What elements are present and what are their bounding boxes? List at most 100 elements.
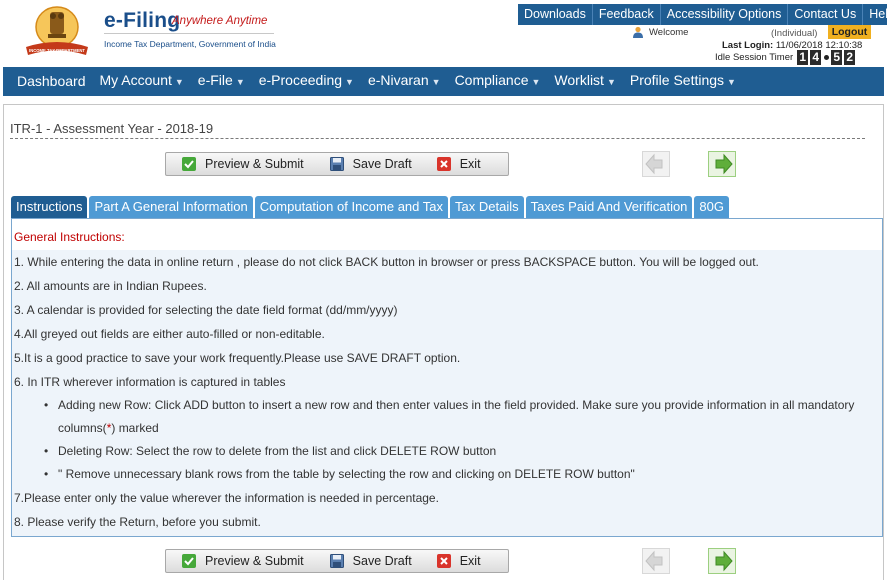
timer-digit: 2	[844, 50, 856, 65]
preview-submit-label: Preview & Submit	[205, 554, 304, 568]
instruction-item: 1. While entering the data in online ret…	[14, 255, 759, 269]
top-links-bar: Downloads Feedback Accessibility Options…	[518, 4, 887, 25]
main-nav: Dashboard My Account ▼ e-File ▼ e-Proceedi…	[3, 67, 884, 96]
close-icon	[436, 157, 451, 171]
form-title: ITR-1 - Assessment Year - 2018-19	[10, 121, 214, 136]
exit-label: Exit	[459, 554, 481, 568]
nav-label: Dashboard	[17, 73, 86, 89]
chevron-down-icon: ▼	[606, 77, 616, 87]
instruction-item: 2. All amounts are in Indian Rupees.	[14, 279, 207, 293]
tab-80g[interactable]: 80G	[694, 196, 729, 218]
tab-computation-of-income-and-tax[interactable]: Computation of Income and Tax	[254, 196, 449, 218]
bullet-add-row-cont-post: ) marked	[111, 421, 159, 435]
preview-submit-button[interactable]: Preview & Submit	[182, 554, 304, 568]
brand-tagline: Anywhere Anytime	[172, 15, 268, 27]
nav-e-proceeding[interactable]: e-Proceeding ▼	[253, 66, 360, 97]
nav-e-nivaran[interactable]: e-Nivaran ▼	[362, 66, 447, 97]
tab-taxes-paid-and-verification[interactable]: Taxes Paid And Verification	[525, 196, 693, 218]
bullet-dot: •	[44, 467, 49, 481]
user-role: (Individual)	[771, 28, 818, 39]
bullet-remove-rows-text: " Remove unnecessary blank rows from the…	[58, 467, 635, 481]
nav-profile-settings[interactable]: Profile Settings ▼	[624, 66, 742, 97]
instruction-item: 5.It is a good practice to save your wor…	[14, 351, 461, 365]
svg-text:INCOME TAX DEPARTMENT: INCOME TAX DEPARTMENT	[29, 48, 85, 53]
instructions-heading: General Instructions:	[12, 219, 882, 250]
nav-e-file[interactable]: e-File ▼	[192, 66, 251, 97]
chevron-down-icon: ▼	[531, 77, 541, 87]
instruction-bullet: • Adding new Row: Click ADD button to in…	[14, 394, 882, 440]
close-icon	[436, 554, 451, 568]
preview-submit-button[interactable]: Preview & Submit	[182, 157, 304, 171]
user-icon	[633, 26, 643, 38]
chevron-down-icon: ▼	[174, 77, 184, 87]
contact-us-link[interactable]: Contact Us	[787, 4, 862, 25]
brand-divider	[104, 33, 274, 34]
nav-compliance[interactable]: Compliance ▼	[449, 66, 547, 97]
bullet-add-row-text: Adding new Row: Click ADD button to inse…	[58, 398, 855, 412]
save-draft-label: Save Draft	[352, 554, 412, 568]
form-tabs: Instructions Part A General Information …	[11, 196, 731, 218]
chevron-down-icon: ▼	[235, 77, 245, 87]
instruction-item: 8. Please verify the Return, before you …	[14, 515, 261, 529]
form-toolbar-bottom: Preview & Submit Save Draft Exit	[165, 549, 509, 573]
accessibility-options-link[interactable]: Accessibility Options	[659, 4, 788, 25]
exit-label: Exit	[459, 157, 481, 171]
previous-arrow-icon[interactable]	[642, 151, 670, 177]
tab-instructions[interactable]: Instructions	[11, 196, 88, 218]
bullet-dot: •	[44, 398, 49, 412]
instruction-bullet: • Deleting Row: Select the row to delete…	[14, 440, 882, 463]
nav-my-account[interactable]: My Account ▼	[94, 66, 190, 97]
nav-worklist[interactable]: Worklist ▼	[548, 66, 621, 97]
timer-digit: 5	[831, 50, 843, 65]
logout-button[interactable]: Logout	[828, 25, 871, 39]
idle-session-timer: Idle Session Timer 1 4 5 2	[715, 50, 857, 65]
check-icon	[182, 157, 196, 171]
nav-label: e-Proceeding	[258, 72, 343, 88]
save-draft-button[interactable]: Save Draft	[329, 157, 412, 171]
chevron-down-icon: ▼	[727, 77, 736, 87]
instruction-item: 3. A calendar is provided for selecting …	[14, 303, 398, 317]
next-arrow-icon[interactable]	[708, 151, 736, 177]
tab-tax-details[interactable]: Tax Details	[450, 196, 524, 218]
nav-label: My Account	[99, 72, 172, 88]
title-divider	[10, 138, 865, 139]
instruction-item: 7.Please enter only the value wherever t…	[14, 491, 439, 505]
idle-timer-label: Idle Session Timer	[715, 52, 794, 63]
help-link[interactable]: Help	[862, 4, 887, 25]
timer-digit: 4	[810, 50, 822, 65]
exit-button[interactable]: Exit	[436, 554, 481, 568]
nav-label: Worklist	[554, 72, 604, 88]
instruction-item: 4.All greyed out fields are either auto-…	[14, 327, 325, 341]
check-icon	[182, 554, 196, 568]
brand-title: e-Filing	[104, 9, 181, 32]
feedback-link[interactable]: Feedback	[591, 4, 660, 25]
instructions-body: 1. While entering the data in online ret…	[12, 250, 882, 536]
nav-label: Profile Settings	[629, 72, 725, 88]
bullet-add-row-cont-pre: columns(	[58, 421, 107, 435]
instruction-item: 6. In ITR wherever information is captur…	[14, 375, 286, 389]
save-draft-label: Save Draft	[352, 157, 412, 171]
welcome-label: Welcome	[649, 26, 689, 38]
save-draft-button[interactable]: Save Draft	[329, 554, 412, 568]
exit-button[interactable]: Exit	[436, 157, 481, 171]
form-container: ITR-1 - Assessment Year - 2018-19 Previe…	[3, 104, 884, 580]
form-toolbar-top: Preview & Submit Save Draft Exit	[165, 152, 509, 176]
header: INCOME TAX DEPARTMENT e-Filing Anywhere …	[0, 0, 887, 66]
nav-dashboard[interactable]: Dashboard	[5, 67, 92, 96]
brand-subtitle: Income Tax Department, Government of Ind…	[104, 39, 276, 49]
nav-label: Compliance	[454, 72, 529, 88]
nav-label: e-Nivaran	[367, 72, 429, 88]
downloads-link[interactable]: Downloads	[518, 4, 592, 25]
bullet-dot: •	[44, 444, 49, 458]
timer-digit: 1	[797, 50, 809, 65]
instruction-bullet: • " Remove unnecessary blank rows from t…	[14, 463, 882, 486]
instructions-panel: General Instructions: 1. While entering …	[11, 218, 883, 537]
chevron-down-icon: ▼	[345, 77, 354, 87]
floppy-disk-icon	[329, 157, 344, 171]
tab-part-a-general-information[interactable]: Part A General Information	[89, 196, 253, 218]
income-tax-emblem-logo: INCOME TAX DEPARTMENT	[26, 6, 88, 55]
previous-arrow-icon[interactable]	[642, 548, 670, 574]
next-arrow-icon[interactable]	[708, 548, 736, 574]
welcome-row: Welcome	[632, 26, 688, 38]
chevron-down-icon: ▼	[431, 77, 441, 87]
